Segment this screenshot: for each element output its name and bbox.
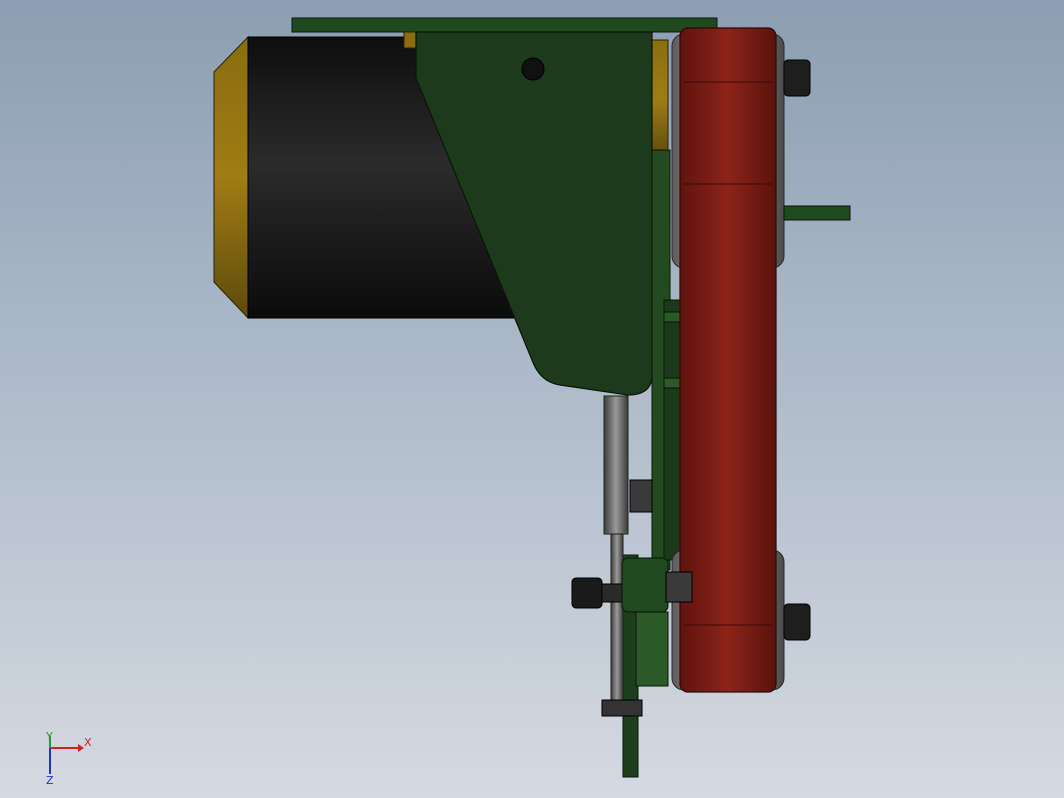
bottom-axle-cap [783, 603, 811, 641]
side-shaft [783, 205, 851, 221]
rod-lower [610, 533, 624, 715]
nut-right [665, 571, 693, 603]
motor-end-cap [213, 35, 249, 320]
nut-mid [629, 479, 653, 513]
bottom-bolt [601, 699, 643, 717]
x-axis-label: X [84, 736, 92, 749]
bracket-block [621, 557, 669, 613]
top-plate [291, 17, 718, 33]
belt-loop [679, 27, 777, 693]
belt[interactable] [679, 27, 777, 693]
cad-model-view[interactable]: X Y Z [0, 0, 1064, 798]
graphics-viewport[interactable]: X Y Z [0, 0, 1064, 798]
bolt-head-left [571, 577, 603, 609]
y-axis-label: Y [45, 730, 53, 743]
rod-upper [603, 395, 629, 535]
top-axle-cap [783, 59, 811, 97]
small-clamp [635, 611, 669, 687]
z-axis-label: Z [46, 774, 54, 787]
bracket-hole [521, 57, 545, 81]
